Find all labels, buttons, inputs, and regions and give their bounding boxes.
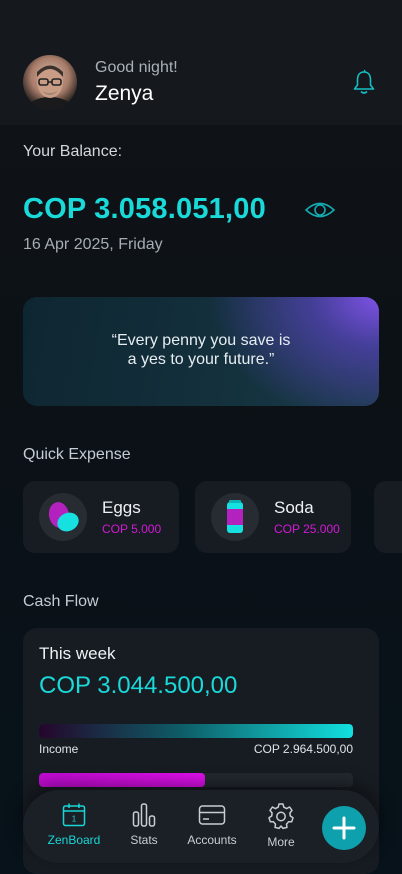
card-icon	[198, 805, 226, 825]
income-bar	[39, 724, 353, 738]
quote-text: “Every penny you save is a yes to your f…	[23, 331, 379, 369]
svg-text:1: 1	[72, 815, 77, 824]
nav-label: Accounts	[187, 833, 237, 847]
cash-flow-title: Cash Flow	[23, 593, 99, 610]
quick-expense-name: Soda	[274, 498, 314, 517]
nav-label: Stats	[130, 833, 158, 847]
quote-line-2: a yes to your future.”	[127, 351, 275, 368]
quick-expense-item-eggs[interactable]: Eggs COP 5.000	[23, 481, 179, 553]
user-name: Zenya	[95, 82, 154, 105]
add-transaction-button[interactable]	[322, 806, 366, 850]
expense-bar-fill	[39, 773, 206, 787]
income-label: Income	[39, 742, 79, 756]
quick-expense-title: Quick Expense	[23, 446, 131, 463]
quick-expense-name: Eggs	[102, 498, 141, 517]
bell-icon[interactable]	[349, 67, 379, 97]
nav-item-accounts[interactable]: Accounts	[177, 802, 247, 854]
eggs-icon	[39, 493, 87, 541]
quick-expense-item-soda[interactable]: Soda COP 25.000	[195, 481, 351, 553]
quick-expense-item-partial[interactable]	[374, 481, 402, 553]
quick-expense-price: COP 25.000	[274, 522, 340, 536]
plus-icon	[332, 816, 356, 840]
balance-date: 16 Apr 2025, Friday	[23, 236, 163, 253]
income-value: COP 2.964.500,00	[253, 742, 353, 756]
nav-item-stats[interactable]: Stats	[109, 802, 179, 854]
gear-icon	[268, 803, 294, 830]
nav-item-zenboard[interactable]: 1 ZenBoard	[39, 802, 109, 854]
eye-icon[interactable]	[303, 196, 337, 224]
balance-label: Your Balance:	[23, 143, 123, 160]
nav-label: ZenBoard	[47, 833, 101, 847]
quote-line-1: “Every penny you save is	[111, 332, 291, 349]
nav-item-more[interactable]: More	[246, 802, 316, 854]
bottom-nav: 1 ZenBoard Stats Accounts More	[23, 790, 379, 863]
nav-label: More	[267, 835, 295, 849]
expense-bar	[39, 773, 353, 787]
cash-flow-period: This week	[39, 644, 116, 663]
cash-flow-amount: COP 3.044.500,00	[39, 672, 238, 699]
balance-amount: COP 3.058.051,00	[23, 193, 266, 225]
calendar-icon: 1	[62, 803, 86, 827]
quick-expense-price: COP 5.000	[102, 522, 162, 536]
avatar[interactable]	[23, 55, 77, 109]
quote-card: “Every penny you save is a yes to your f…	[23, 297, 379, 406]
bar-chart-icon	[132, 803, 156, 827]
greeting-text: Good night!	[95, 59, 178, 76]
soda-can-icon	[211, 493, 259, 541]
header: Good night! Zenya	[0, 0, 402, 125]
income-bar-fill	[39, 724, 353, 738]
